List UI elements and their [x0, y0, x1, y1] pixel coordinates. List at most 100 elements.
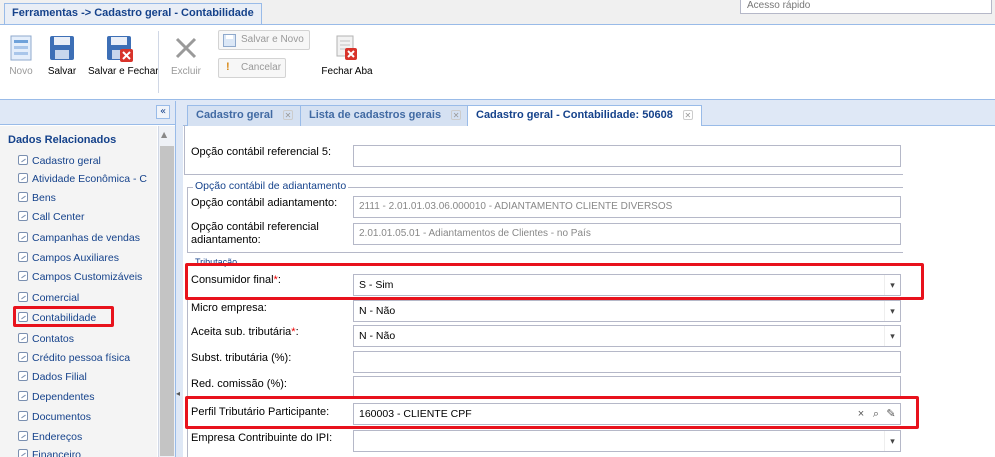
sidebar-item-contatos[interactable]: Contatos [18, 333, 74, 345]
scroll-thumb[interactable] [160, 146, 174, 456]
link-icon [18, 232, 28, 242]
quick-access-input[interactable]: Acesso rápido [740, 0, 992, 14]
chevron-down-icon[interactable]: ▾ [884, 301, 900, 321]
delete-x-icon [175, 37, 197, 59]
micro-label: Micro empresa: [191, 302, 267, 314]
sidebar-item-call-center[interactable]: Call Center [18, 211, 85, 223]
sidebar-item-cadastro-geral[interactable]: Cadastro geral [18, 155, 101, 167]
sidebar-item-label: Campos Customizáveis [32, 271, 143, 283]
sidebar-item-label: Contatos [32, 333, 75, 345]
sidebar-item-enderecos[interactable]: Endereços [18, 431, 82, 443]
save-close-button[interactable]: Salvar e Fechar [88, 25, 159, 99]
floppy-close-icon [107, 36, 133, 62]
sidebar-item-label: Campos Auxiliares [32, 252, 119, 264]
aceita-value: N - Não [359, 330, 396, 342]
ref-adiant-input[interactable]: 2.01.01.05.01 - Adiantamentos de Cliente… [353, 223, 901, 245]
floppy-icon [50, 36, 74, 60]
window-tab[interactable]: Ferramentas -> Cadastro geral - Contabil… [4, 3, 262, 24]
label-colon: : [295, 326, 299, 338]
close-icon[interactable]: ✕ [682, 110, 693, 120]
splitter-arrow-icon[interactable]: ◂ [176, 389, 180, 398]
link-icon [18, 391, 28, 401]
red-input[interactable] [353, 376, 901, 398]
save-label: Salvar [47, 66, 77, 77]
sidebar-item-label: Comercial [32, 292, 80, 304]
sidebar-item-label: Atividade Econômica - C [32, 173, 147, 185]
close-tab-icon [336, 35, 357, 60]
app-root: Ferramentas -> Cadastro geral - Contabil… [0, 0, 995, 457]
ipi-select[interactable]: ▾ [353, 430, 901, 452]
adiantamento-input[interactable]: 2111 - 2.01.01.03.06.000010 - ADIANTAMEN… [353, 196, 901, 218]
opcao-ref5-input[interactable] [353, 145, 901, 167]
adiantamento-legend: Opção contábil de adiantamento [193, 180, 349, 192]
sidebar-item-label: Bens [32, 192, 56, 204]
delete-label: Excluir [170, 66, 201, 77]
chevron-down-icon[interactable]: ▾ [884, 431, 900, 451]
related-title: Dados Relacionados [8, 134, 117, 146]
delete-button[interactable]: Excluir [166, 25, 206, 99]
sidebar-item-documentos[interactable]: Documentos [18, 411, 91, 423]
cancel-icon: ! [226, 61, 230, 73]
close-tab-button[interactable]: Fechar Aba [318, 25, 376, 99]
collapse-panel-button[interactable]: « [156, 105, 170, 119]
tab-lista-cadastros[interactable]: Lista de cadastros gerais ✕ [300, 105, 471, 126]
tab-label: Cadastro geral [196, 109, 274, 121]
link-icon [18, 192, 28, 202]
sidebar-item-comercial[interactable]: Comercial [18, 292, 79, 304]
link-icon [18, 431, 28, 441]
close-tab-label: Fechar Aba [321, 66, 373, 77]
close-icon[interactable]: ✕ [451, 110, 462, 120]
sidebar-item-label: Financeiro [32, 449, 82, 457]
content-tabs: Cadastro geral ✕ Lista de cadastros gerai… [183, 101, 995, 127]
micro-value: N - Não [359, 305, 396, 317]
related-scrollbar[interactable]: ▲ [158, 126, 175, 457]
sidebar-item-label: Dados Filial [32, 371, 87, 383]
sidebar-item-atividade-economica-c[interactable]: Atividade Econômica - C [18, 173, 147, 185]
micro-select[interactable]: N - Não ▾ [353, 300, 901, 322]
sidebar-item-label: Campanhas de vendas [32, 232, 140, 244]
panel-splitter[interactable]: ◂ [176, 101, 182, 457]
new-doc-icon [10, 35, 32, 61]
sidebar-item-campos-auxiliares[interactable]: Campos Auxiliares [18, 252, 119, 264]
aceita-select[interactable]: N - Não ▾ [353, 325, 901, 347]
new-label: Novo [9, 66, 33, 77]
cancel-button[interactable]: ! Cancelar [218, 58, 286, 78]
toolbar: Novo Salvar Salvar e Fechar Excluir Salv… [0, 24, 995, 100]
link-icon [18, 292, 28, 302]
toolbar-separator [158, 31, 159, 93]
sidebar-item-dependentes[interactable]: Dependentes [18, 391, 94, 403]
related-list: Dados Relacionados Cadastro geral Ativida… [0, 126, 157, 457]
window-tabbar: Ferramentas -> Cadastro geral - Contabil… [0, 0, 995, 24]
aceita-label: Aceita sub. tributária*: [191, 326, 299, 338]
contabilidade-highlight [13, 306, 114, 327]
sidebar-item-credito-pessoa-fisica[interactable]: Crédito pessoa física [18, 352, 130, 364]
sidebar-item-campanhas-de-vendas[interactable]: Campanhas de vendas [18, 232, 140, 244]
subst-input[interactable] [353, 351, 901, 373]
sidebar-item-bens[interactable]: Bens [18, 192, 56, 204]
save-new-button[interactable]: Salvar e Novo [218, 30, 310, 50]
ipi-label: Empresa Contribuinte do IPI: [191, 432, 333, 444]
adiantamento-label: Opção contábil adiantamento: [191, 197, 338, 209]
link-icon [18, 211, 28, 221]
tab-label: Cadastro geral - Contabilidade: 50608 [476, 109, 673, 121]
save-new-icon [223, 34, 236, 47]
aceita-label-text: Aceita sub. tributária [191, 326, 292, 338]
sidebar-item-financeiro[interactable]: Financeiro [18, 449, 81, 457]
link-icon [18, 449, 28, 457]
tab-cadastro-geral[interactable]: Cadastro geral ✕ [187, 105, 303, 126]
save-button[interactable]: Salvar [42, 25, 82, 99]
cancel-label: Cancelar [241, 62, 282, 73]
link-icon [18, 173, 28, 183]
link-icon [18, 333, 28, 343]
scroll-up-icon[interactable]: ▲ [161, 130, 167, 139]
new-button[interactable]: Novo [2, 25, 40, 99]
chevron-down-icon[interactable]: ▾ [884, 326, 900, 346]
link-icon [18, 371, 28, 381]
tab-label: Lista de cadastros gerais [309, 109, 442, 121]
sidebar-item-dados-filial[interactable]: Dados Filial [18, 371, 87, 383]
ref-adiant-label: Opção contábil referencial adiantamento: [191, 221, 319, 246]
sidebar-item-campos-customizaveis[interactable]: Campos Customizáveis [18, 271, 142, 283]
tab-contabilidade[interactable]: Cadastro geral - Contabilidade: 50608 ✕ [467, 105, 702, 127]
close-icon[interactable]: ✕ [283, 110, 294, 120]
sidebar-item-label: Endereços [32, 431, 83, 443]
